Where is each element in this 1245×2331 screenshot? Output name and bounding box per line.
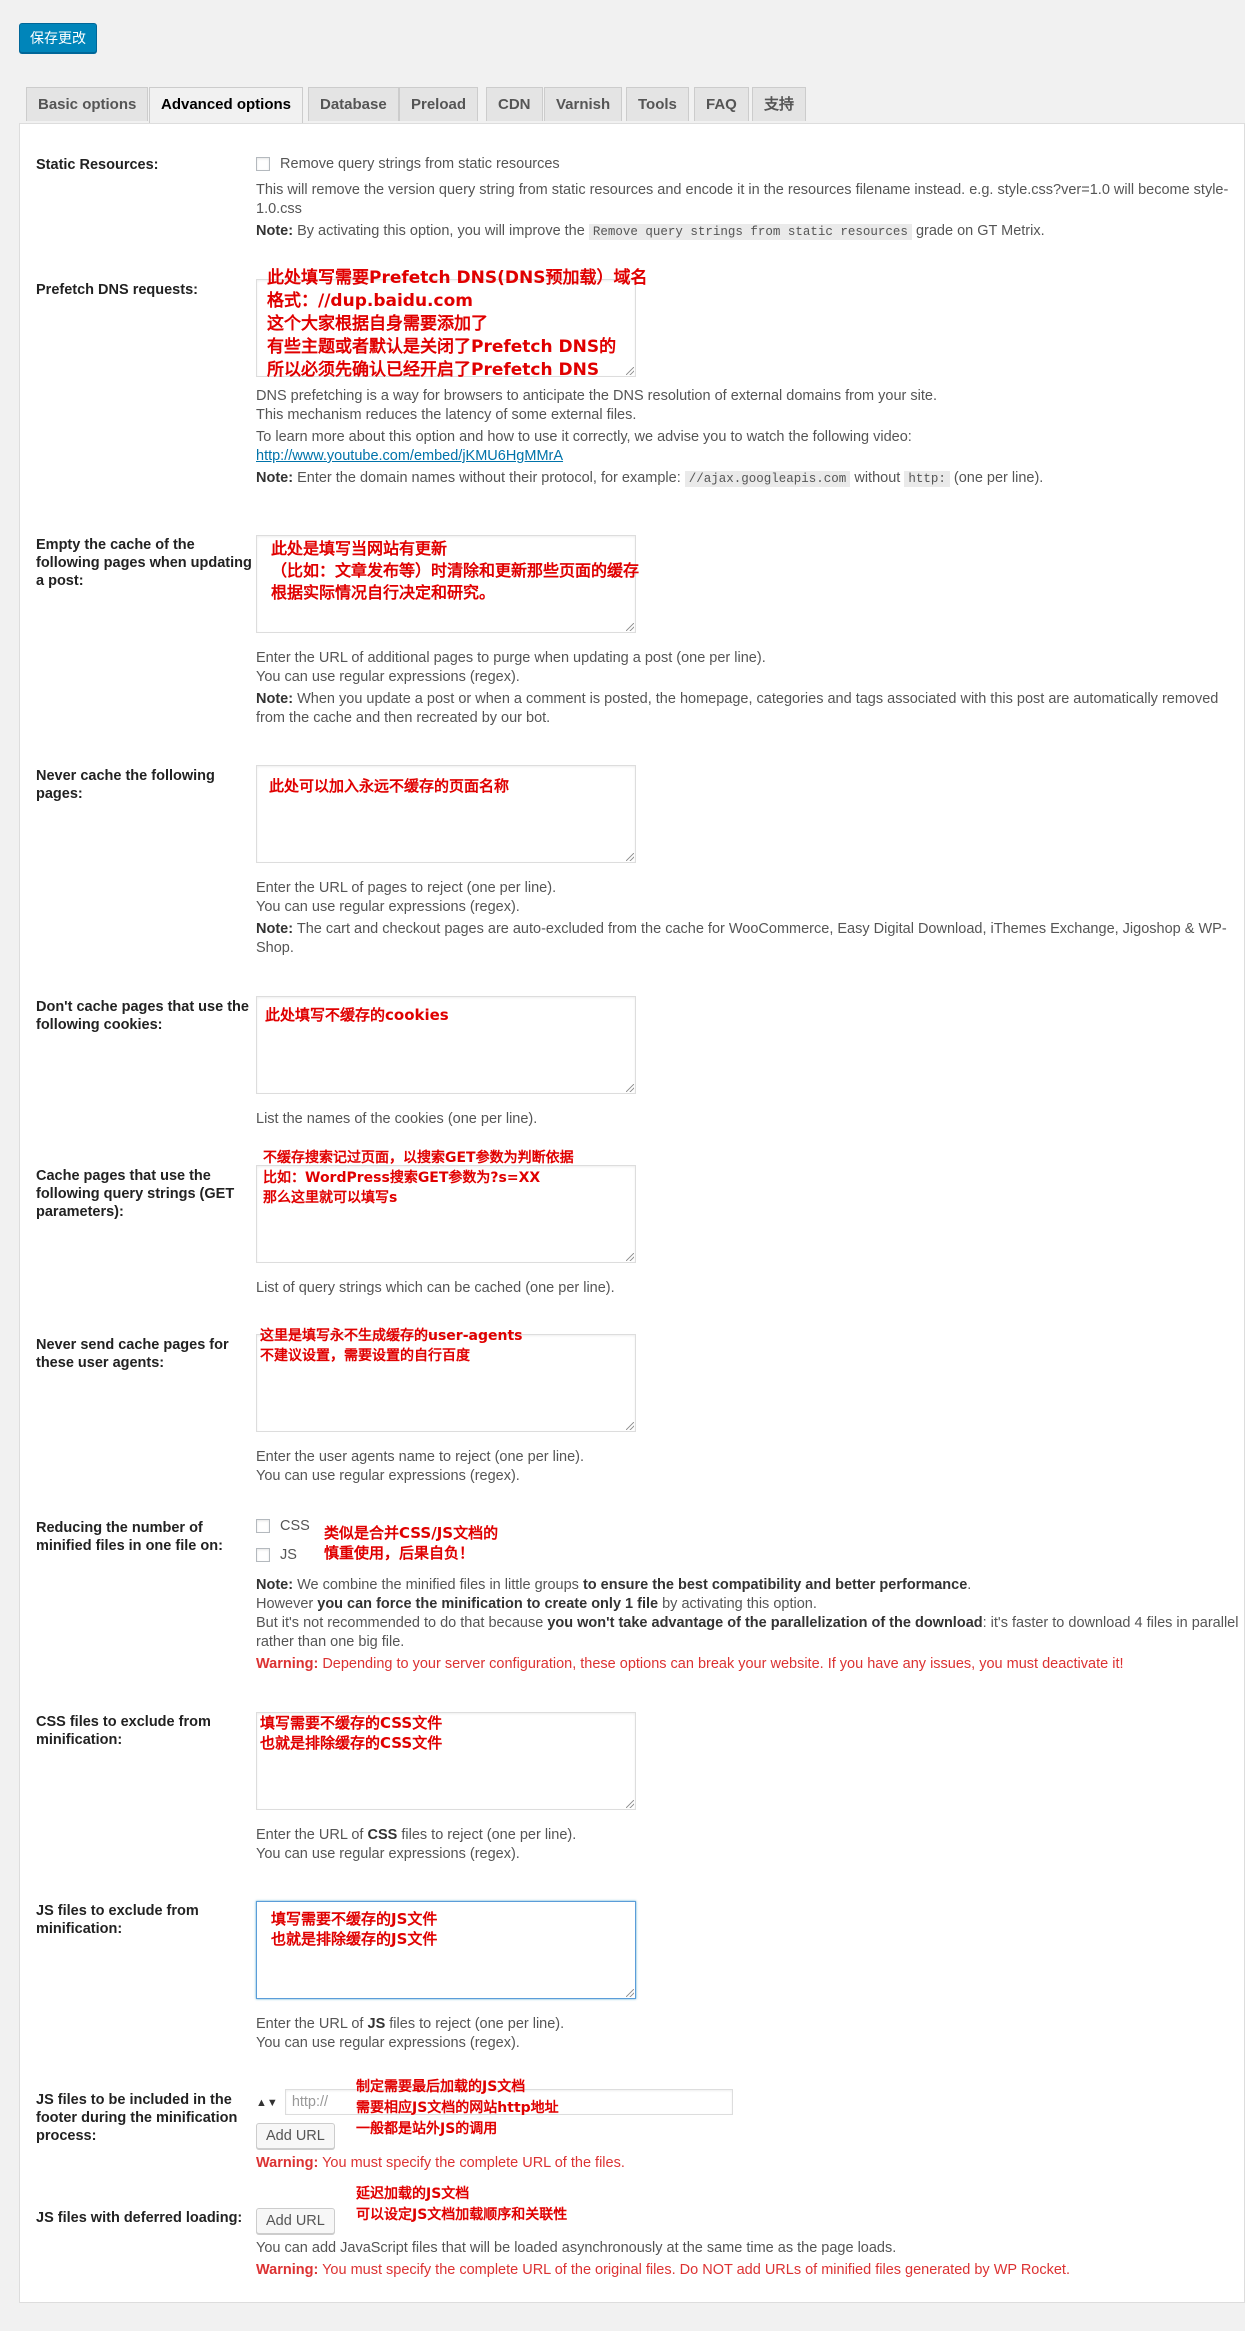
cookies-desc: List the names of the cookies (one per l… bbox=[256, 1111, 538, 1127]
minify-js-label[interactable]: JS bbox=[280, 1547, 297, 1563]
never-cache-label: Never cache the following pages: bbox=[36, 768, 215, 802]
empty-cache-desc-1: Enter the URL of additional pages to pur… bbox=[256, 650, 766, 666]
minify-count-line-3: But it's not recommended to do that beca… bbox=[256, 1615, 1239, 1650]
tab-basic-options[interactable]: Basic options bbox=[26, 87, 149, 121]
prefetch-dns-desc-2: This mechanism reduces the latency of so… bbox=[256, 407, 637, 423]
resize-grip-icon[interactable] bbox=[626, 1422, 634, 1430]
tab-database[interactable]: Database bbox=[308, 87, 399, 121]
js-deferred-annotation: 延迟加载的JS文档 可以设定JS文档加载顺序和关联性 bbox=[356, 2186, 568, 2223]
prefetch-dns-label: Prefetch DNS requests: bbox=[36, 282, 198, 298]
minify-css-checkbox[interactable] bbox=[256, 1519, 270, 1534]
resize-grip-icon[interactable] bbox=[626, 1253, 634, 1261]
tab-faq[interactable]: FAQ bbox=[694, 87, 749, 121]
resize-grip-icon[interactable] bbox=[626, 1084, 634, 1092]
resize-grip-icon[interactable] bbox=[626, 1800, 634, 1808]
js-exclude-desc-2: You can use regular expressions (regex). bbox=[256, 2035, 520, 2051]
css-exclude-annotation: 填写需要不缓存的CSS文件 也就是排除缓存的CSS文件 bbox=[260, 1714, 443, 1752]
empty-cache-note: Note: When you update a post or when a c… bbox=[256, 691, 1219, 726]
never-cache-annotation: 此处可以加入永远不缓存的页面名称 bbox=[269, 777, 510, 795]
resize-grip-icon[interactable] bbox=[626, 623, 634, 631]
minify-count-line-2: However you can force the minification t… bbox=[256, 1596, 817, 1612]
tab-varnish[interactable]: Varnish bbox=[544, 87, 623, 121]
cookies-label: Don't cache pages that use the following… bbox=[36, 999, 249, 1033]
query-strings-annotation: 不缓存搜索记过页面，以搜索GET参数为判断依据 比如：WordPress搜索GE… bbox=[263, 1150, 574, 1206]
user-agents-desc-2: You can use regular expressions (regex). bbox=[256, 1468, 520, 1484]
js-deferred-label: JS files with deferred loading: bbox=[36, 2210, 243, 2226]
js-footer-add-url-button[interactable]: Add URL bbox=[256, 2123, 335, 2149]
save-button[interactable]: 保存更改 bbox=[19, 23, 97, 53]
remove-query-strings-checkbox[interactable] bbox=[256, 157, 270, 172]
js-footer-label: JS files to be included in the footer du… bbox=[36, 2092, 238, 2144]
css-exclude-desc-1: Enter the URL of CSS files to reject (on… bbox=[256, 1827, 577, 1843]
prefetch-dns-video-link[interactable]: http://www.youtube.com/embed/jKMU6HgMMrA bbox=[256, 447, 1241, 466]
static-resources-label: Static Resources: bbox=[36, 157, 159, 173]
tab-support[interactable]: 支持 bbox=[752, 87, 807, 121]
empty-cache-label: Empty the cache of the following pages w… bbox=[36, 537, 252, 589]
prefetch-dns-desc-1: DNS prefetching is a way for browsers to… bbox=[256, 388, 937, 404]
remove-query-strings-label[interactable]: Remove query strings from static resourc… bbox=[280, 156, 560, 172]
minify-count-annotation: 类似是合并CSS/JS文档的 慎重使用，后果自负！ bbox=[324, 1524, 499, 1562]
empty-cache-annotation: 此处是填写当网站有更新 （比如：文章发布等）时清除和更新那些页面的缓存 根据实际… bbox=[271, 539, 640, 602]
tab-advanced-options[interactable]: Advanced options bbox=[149, 87, 304, 124]
static-resources-desc: This will remove the version query strin… bbox=[256, 182, 1229, 217]
settings-tabs: Basic options Advanced options Database … bbox=[26, 87, 1245, 124]
user-agents-desc-1: Enter the user agents name to reject (on… bbox=[256, 1449, 585, 1465]
never-cache-desc-2: You can use regular expressions (regex). bbox=[256, 899, 520, 915]
js-deferred-desc: You can add JavaScript files that will b… bbox=[256, 2240, 897, 2256]
resize-grip-icon[interactable] bbox=[626, 853, 634, 861]
js-exclude-label: JS files to exclude from minification: bbox=[36, 1903, 199, 1937]
query-strings-desc: List of query strings which can be cache… bbox=[256, 1280, 615, 1296]
prefetch-dns-annotation: 此处填写需要Prefetch DNS(DNS预加载）域名 格式：//dup.ba… bbox=[267, 268, 648, 380]
css-exclude-desc-2: You can use regular expressions (regex). bbox=[256, 1846, 520, 1862]
static-resources-note: Note: By activating this option, you wil… bbox=[256, 223, 1045, 240]
js-deferred-add-url-button[interactable]: Add URL bbox=[256, 2208, 335, 2234]
tab-cdn[interactable]: CDN bbox=[486, 87, 543, 121]
js-exclude-desc-1: Enter the URL of JS files to reject (one… bbox=[256, 2016, 565, 2032]
empty-cache-desc-2: You can use regular expressions (regex). bbox=[256, 669, 520, 685]
js-deferred-warning: Warning: You must specify the complete U… bbox=[256, 2262, 1070, 2278]
user-agents-label: Never send cache pages for these user ag… bbox=[36, 1337, 229, 1371]
minify-count-note: Note: We combine the minified files in l… bbox=[256, 1577, 972, 1593]
cookies-annotation: 此处填写不缓存的cookies bbox=[265, 1006, 449, 1024]
never-cache-note: Note: The cart and checkout pages are au… bbox=[256, 921, 1227, 956]
minify-js-checkbox[interactable] bbox=[256, 1548, 270, 1563]
advanced-options-panel: Static Resources: Remove query strings f… bbox=[19, 123, 1245, 2303]
css-exclude-label: CSS files to exclude from minification: bbox=[36, 1714, 211, 1748]
prefetch-dns-desc-3: To learn more about this option and how … bbox=[256, 429, 912, 445]
never-cache-desc-1: Enter the URL of pages to reject (one pe… bbox=[256, 880, 557, 896]
tab-tools[interactable]: Tools bbox=[626, 87, 689, 121]
query-strings-label: Cache pages that use the following query… bbox=[36, 1168, 235, 1220]
js-exclude-annotation: 填写需要不缓存的JS文件 也就是排除缓存的JS文件 bbox=[271, 1910, 438, 1948]
minify-css-label[interactable]: CSS bbox=[280, 1518, 310, 1534]
js-footer-warning: Warning: You must specify the complete U… bbox=[256, 2155, 625, 2171]
minify-count-warning: Warning: Depending to your server config… bbox=[256, 1656, 1124, 1672]
minify-count-label: Reducing the number of minified files in… bbox=[36, 1520, 223, 1554]
user-agents-annotation: 这里是填写永不生成缓存的user-agents 不建议设置，需要设置的自行百度 bbox=[260, 1328, 523, 1364]
static-resources-field: Remove query strings from static resourc… bbox=[256, 155, 1241, 242]
up-down-arrows-icon[interactable]: ▲▼ bbox=[256, 2097, 278, 2109]
js-footer-annotation: 制定需要最后加载的JS文档 需要相应JS文档的网站http地址 一般都是站外JS… bbox=[356, 2079, 559, 2137]
tab-preload[interactable]: Preload bbox=[399, 87, 479, 121]
resize-grip-icon[interactable] bbox=[626, 1989, 634, 1997]
prefetch-dns-note: Note: Enter the domain names without the… bbox=[256, 470, 1044, 487]
